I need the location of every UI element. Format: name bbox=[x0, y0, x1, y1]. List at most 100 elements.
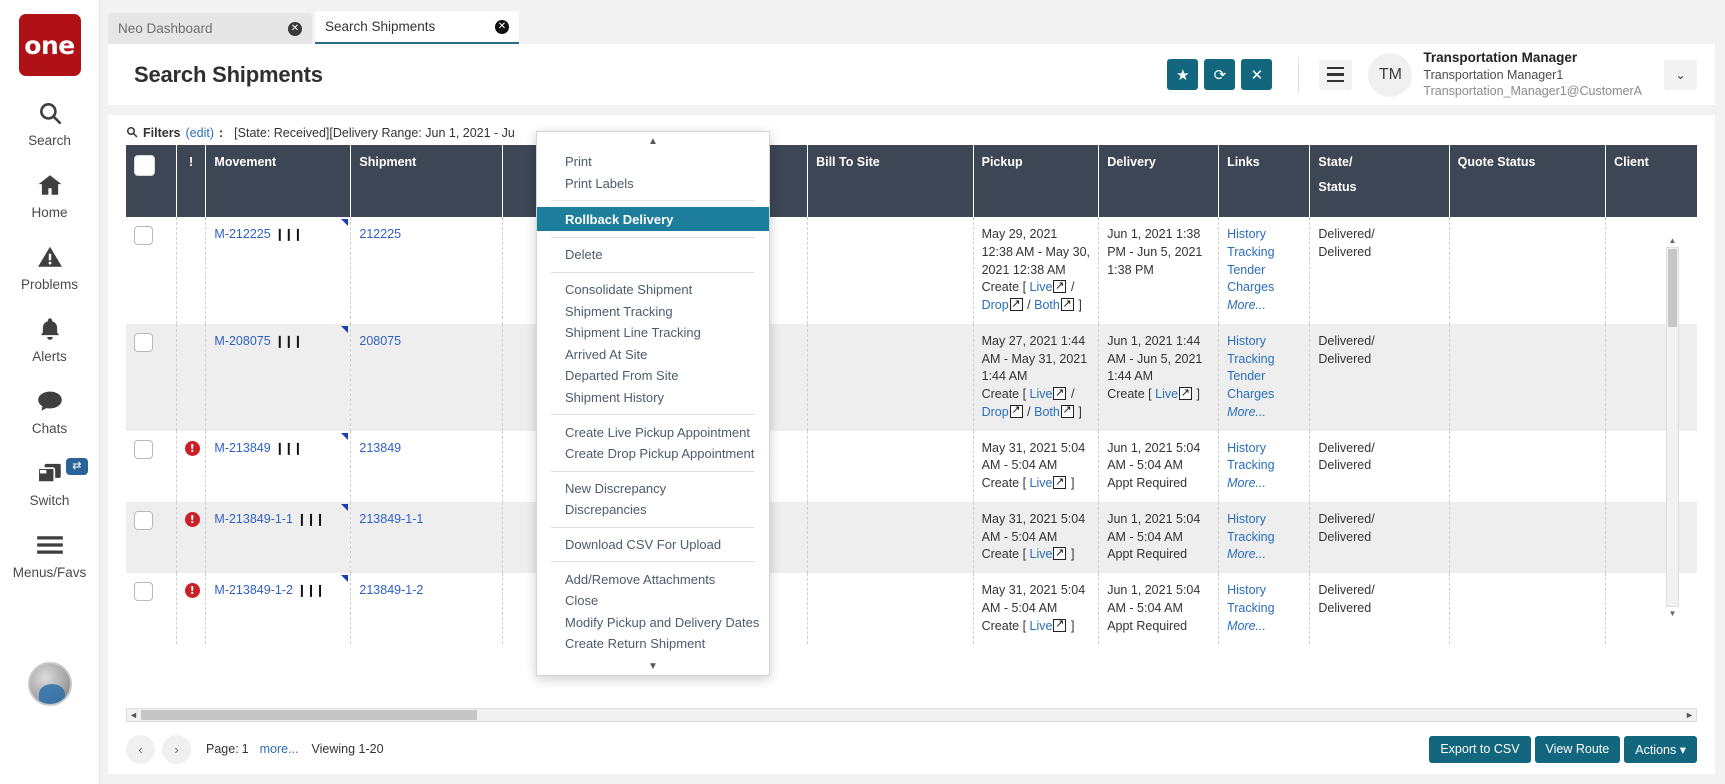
row-link[interactable]: History bbox=[1227, 582, 1301, 600]
row-select-cell[interactable] bbox=[126, 431, 176, 502]
book-icon[interactable]: ❙❙❙ bbox=[275, 333, 302, 350]
previous-page-button[interactable]: ‹ bbox=[126, 735, 155, 764]
page-more-link[interactable]: more... bbox=[260, 742, 299, 756]
menu-item-print-labels[interactable]: Print Labels bbox=[537, 173, 769, 195]
drop-link[interactable]: Drop bbox=[982, 298, 1009, 312]
header-select-all[interactable] bbox=[126, 145, 176, 217]
menu-item-create-return-shipment[interactable]: Create Return Shipment bbox=[537, 633, 769, 655]
row-link[interactable]: History bbox=[1227, 226, 1301, 244]
filters-edit-link[interactable]: (edit) bbox=[186, 126, 214, 140]
header-state-status[interactable]: State/ Status bbox=[1310, 145, 1449, 217]
menu-item-delete[interactable]: Delete bbox=[537, 244, 769, 266]
sidebar-item-search[interactable]: Search bbox=[0, 96, 100, 148]
close-icon[interactable]: ✕ bbox=[495, 20, 509, 34]
edit-icon[interactable] bbox=[1061, 298, 1074, 311]
close-button[interactable]: ✕ bbox=[1241, 59, 1272, 90]
menu-item-new-discrepancy[interactable]: New Discrepancy bbox=[537, 478, 769, 500]
edit-icon[interactable] bbox=[1053, 476, 1066, 489]
row-movement-cell[interactable]: M-213849-1-2 ❙❙❙ bbox=[206, 573, 351, 644]
menu-item-print[interactable]: Print bbox=[537, 151, 769, 173]
row-movement-cell[interactable]: M-208075 ❙❙❙ bbox=[206, 324, 351, 431]
select-all-checkbox[interactable] bbox=[134, 155, 155, 176]
actions-button[interactable]: Actions ▾ bbox=[1624, 736, 1697, 763]
scroll-up-icon[interactable]: ▲ bbox=[1667, 234, 1678, 247]
live-link[interactable]: Live bbox=[1030, 619, 1053, 633]
edit-icon[interactable] bbox=[1010, 405, 1023, 418]
row-link[interactable]: Charges bbox=[1227, 386, 1301, 404]
row-link[interactable]: Tracking bbox=[1227, 244, 1301, 262]
row-shipment-cell[interactable]: 213849-1-2 bbox=[351, 573, 503, 644]
sidebar-item-switch[interactable]: ⇄ Switch bbox=[0, 456, 100, 508]
movement-link[interactable]: M-213849-1-2 bbox=[214, 583, 293, 597]
movement-link[interactable]: M-213849 bbox=[214, 441, 270, 455]
more-link[interactable]: More... bbox=[1227, 618, 1301, 636]
edit-icon[interactable] bbox=[1053, 619, 1066, 632]
table-row[interactable]: !M-213849❙❙❙213849omerA-Brandon DCdon, T… bbox=[126, 431, 1697, 502]
menu-item-departed-from-site[interactable]: Departed From Site bbox=[537, 365, 769, 387]
refresh-button[interactable]: ⟳ bbox=[1204, 59, 1235, 90]
header-delivery[interactable]: Delivery bbox=[1099, 145, 1219, 217]
row-shipment-cell[interactable]: 213849 bbox=[351, 431, 503, 502]
row-select-cell[interactable] bbox=[126, 217, 176, 324]
shipment-link[interactable]: 213849-1-2 bbox=[359, 583, 423, 597]
row-select-cell[interactable] bbox=[126, 502, 176, 573]
row-checkbox[interactable] bbox=[134, 440, 153, 459]
next-page-button[interactable]: › bbox=[162, 735, 191, 764]
book-icon[interactable]: ❙❙❙ bbox=[297, 582, 324, 599]
row-movement-cell[interactable]: M-213849-1-1 ❙❙❙ bbox=[206, 502, 351, 573]
scroll-left-icon[interactable]: ◄ bbox=[127, 709, 140, 721]
sidebar-item-menus-favs[interactable]: Menus/Favs bbox=[0, 528, 100, 580]
horizontal-scrollbar[interactable]: ◄ ► bbox=[126, 708, 1697, 722]
menu-item-consolidate-shipment[interactable]: Consolidate Shipment bbox=[537, 279, 769, 301]
row-link[interactable]: Tracking bbox=[1227, 351, 1301, 369]
row-select-cell[interactable] bbox=[126, 324, 176, 431]
live-link[interactable]: Live bbox=[1030, 387, 1053, 401]
header-quote-status[interactable]: Quote Status bbox=[1449, 145, 1605, 217]
sidebar-item-alerts[interactable]: Alerts bbox=[0, 312, 100, 364]
shipment-link[interactable]: 212225 bbox=[359, 227, 401, 241]
header-menu-button[interactable] bbox=[1319, 60, 1352, 90]
row-movement-cell[interactable]: M-213849❙❙❙ bbox=[206, 431, 351, 502]
close-icon[interactable]: ✕ bbox=[288, 22, 302, 36]
error-icon[interactable]: ! bbox=[185, 583, 200, 598]
header-shipment[interactable]: Shipment bbox=[351, 145, 503, 217]
movement-link[interactable]: M-208075 bbox=[214, 334, 270, 348]
export-to-csv-button[interactable]: Export to CSV bbox=[1429, 736, 1530, 763]
menu-item-shipment-tracking[interactable]: Shipment Tracking bbox=[537, 300, 769, 322]
more-link[interactable]: More... bbox=[1227, 404, 1301, 422]
table-row[interactable]: M-212225❙❙❙212225omerA-Beijing DCg, Beij… bbox=[126, 217, 1697, 324]
book-icon[interactable]: ❙❙❙ bbox=[297, 511, 324, 528]
edit-icon[interactable] bbox=[1061, 405, 1074, 418]
both-link[interactable]: Both bbox=[1034, 405, 1060, 419]
header-pickup[interactable]: Pickup bbox=[973, 145, 1099, 217]
movement-link[interactable]: M-213849-1-1 bbox=[214, 512, 293, 526]
menu-item-add-remove-attachments[interactable]: Add/Remove Attachments bbox=[537, 568, 769, 590]
scroll-down-icon[interactable]: ▼ bbox=[1667, 607, 1678, 620]
more-link[interactable]: More... bbox=[1227, 297, 1301, 315]
live-link[interactable]: Live bbox=[1030, 280, 1053, 294]
movement-link[interactable]: M-212225 bbox=[214, 227, 270, 241]
row-link[interactable]: Tracking bbox=[1227, 529, 1301, 547]
row-link[interactable]: Charges bbox=[1227, 279, 1301, 297]
row-shipment-cell[interactable]: 213849-1-1 bbox=[351, 502, 503, 573]
error-icon[interactable]: ! bbox=[185, 441, 200, 456]
row-shipment-cell[interactable]: 208075 bbox=[351, 324, 503, 431]
chevron-down-icon[interactable]: ⌄ bbox=[1664, 60, 1697, 90]
menu-item-shipment-history[interactable]: Shipment History bbox=[537, 387, 769, 409]
row-select-cell[interactable] bbox=[126, 573, 176, 644]
menu-item-arrived-at-site[interactable]: Arrived At Site bbox=[537, 344, 769, 366]
menu-scroll-up-icon[interactable]: ▲ bbox=[537, 132, 769, 151]
live-link[interactable]: Live bbox=[1030, 547, 1053, 561]
row-checkbox[interactable] bbox=[134, 511, 153, 530]
row-movement-cell[interactable]: M-212225❙❙❙ bbox=[206, 217, 351, 324]
tab-neo-dashboard[interactable]: Neo Dashboard ✕ bbox=[108, 13, 312, 44]
menu-item-modify-pickup-and-delivery-dates[interactable]: Modify Pickup and Delivery Dates bbox=[537, 612, 769, 634]
view-route-button[interactable]: View Route bbox=[1535, 736, 1621, 763]
row-link[interactable]: History bbox=[1227, 511, 1301, 529]
sidebar-item-home[interactable]: Home bbox=[0, 168, 100, 220]
user-avatar-bottom[interactable] bbox=[28, 662, 72, 706]
menu-item-create-live-pickup-appointment[interactable]: Create Live Pickup Appointment bbox=[537, 421, 769, 443]
avatar[interactable]: TM bbox=[1368, 53, 1412, 97]
live-link[interactable]: Live bbox=[1030, 476, 1053, 490]
row-link[interactable]: Tender bbox=[1227, 262, 1301, 280]
